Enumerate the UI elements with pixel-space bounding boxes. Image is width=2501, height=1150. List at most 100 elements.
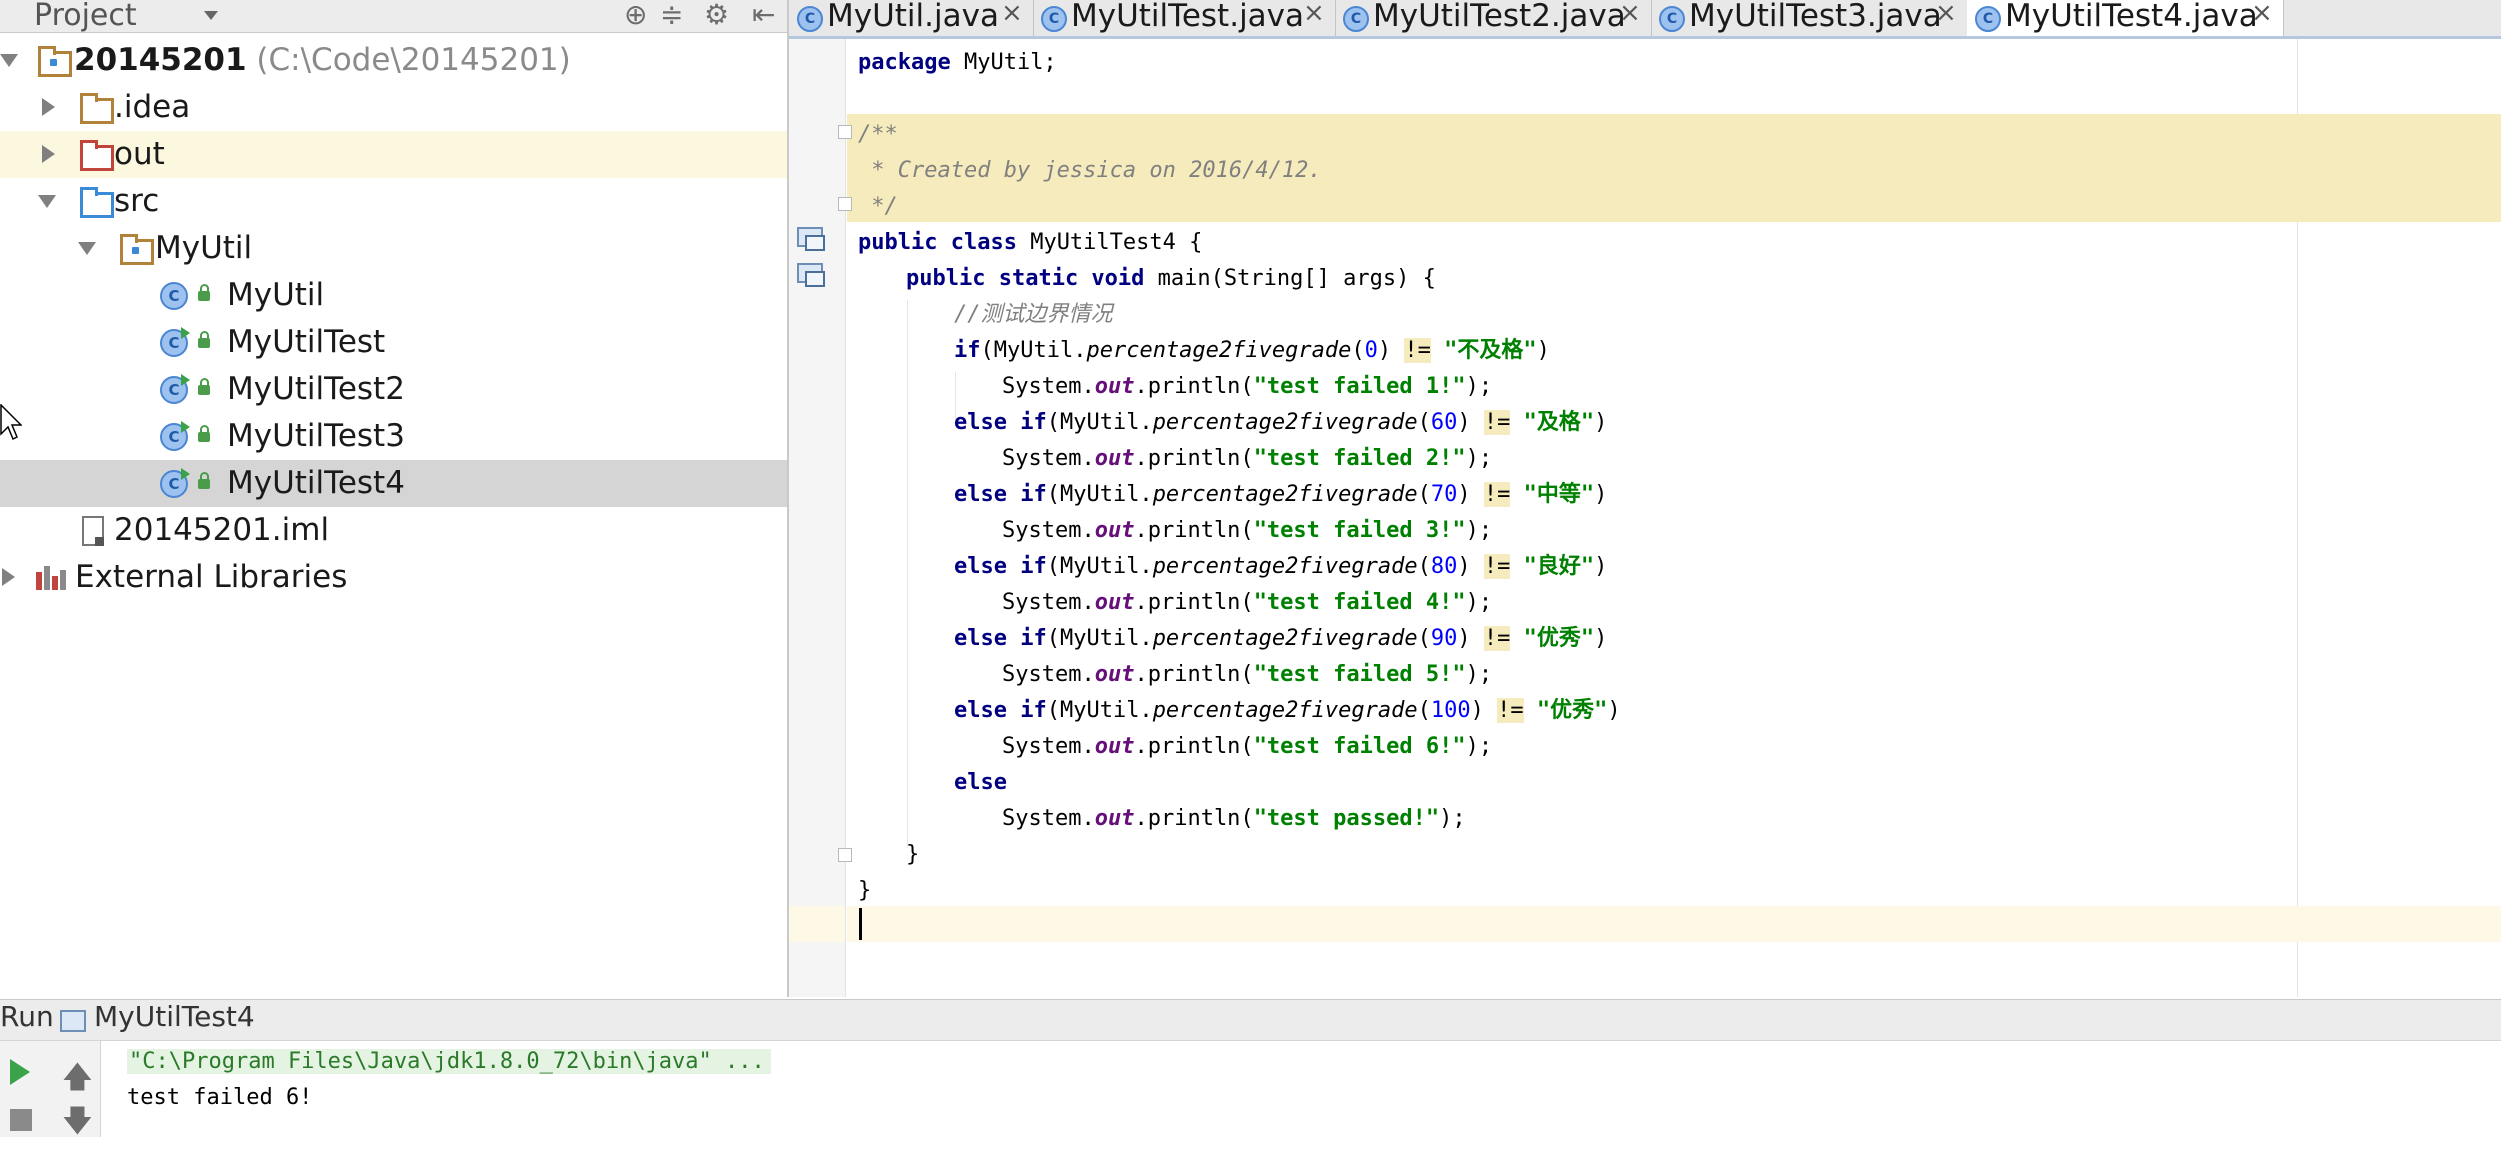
collapsed-arrow-icon[interactable] (42, 98, 55, 116)
tree-row-package[interactable]: MyUtil (0, 225, 787, 272)
hide-panel-icon[interactable]: ⇤ (752, 0, 775, 30)
fold-marker-icon[interactable] (838, 125, 852, 139)
run-panel-label[interactable]: Run (0, 1000, 54, 1033)
string-literal: "中等" (1523, 482, 1595, 507)
tree-row-external-libraries[interactable]: External Libraries (0, 554, 787, 601)
tree-row-class[interactable]: C MyUtil (0, 272, 787, 319)
string-literal: "test failed 2!" (1253, 446, 1466, 471)
folder-icon (80, 93, 114, 124)
operator: != (1483, 554, 1511, 579)
lock-icon (198, 378, 210, 395)
string-literal: "优秀" (1523, 626, 1595, 651)
test-class-icon: C (1041, 6, 1067, 32)
run-config-icon (60, 1010, 86, 1032)
collapsed-arrow-icon[interactable] (2, 568, 15, 586)
excluded-folder-icon (80, 140, 114, 171)
close-icon[interactable]: × (1303, 0, 1325, 28)
arrow-down-icon[interactable]: 🡇 (62, 1099, 93, 1150)
fold-marker-icon[interactable] (838, 197, 852, 211)
tab-myutiltest3[interactable]: C MyUtilTest3.java × (1651, 0, 1968, 36)
keyword: package (858, 50, 951, 75)
locate-icon[interactable]: ⊕ (624, 0, 647, 30)
code-comment-line: * Created by jessica on 2016/4/12. (858, 158, 1322, 183)
string-literal: "test failed 6!" (1253, 734, 1466, 759)
test-class-icon: C (160, 421, 190, 451)
library-icon (36, 566, 66, 590)
run-method-gutter-icon[interactable] (797, 263, 825, 287)
expand-arrow-icon[interactable] (38, 195, 56, 208)
tree-row-root[interactable]: 20145201 (C:\Code\20145201) (0, 37, 787, 84)
tree-row-class[interactable]: C MyUtilTest (0, 319, 787, 366)
string-literal: "test failed 3!" (1253, 518, 1466, 543)
tree-label-class: MyUtilTest2 (227, 371, 405, 407)
test-class-icon: C (1975, 6, 2001, 32)
close-icon[interactable]: × (2251, 0, 2273, 28)
console-output[interactable]: "C:\Program Files\Java\jdk1.8.0_72\bin\j… (101, 1041, 2501, 1137)
code-line: } (906, 842, 920, 867)
code-line: else if(MyUtil.percentage2fivegrade(90) … (954, 626, 1608, 651)
string-literal: "及格" (1523, 410, 1595, 435)
code-line: else (954, 765, 1007, 801)
tree-row-class[interactable]: C MyUtilTest3 (0, 413, 787, 460)
tree-row-src[interactable]: src (0, 178, 787, 225)
system-ref: System. (1002, 590, 1095, 615)
method-call: percentage2fivegrade (1152, 698, 1418, 723)
tab-label: MyUtil.java (827, 0, 999, 34)
code-comment-line: //测试边界情况 (954, 302, 1113, 327)
tree-label-class: MyUtilTest3 (227, 418, 405, 454)
expand-arrow-icon[interactable] (0, 54, 18, 67)
collapse-all-icon[interactable]: ≑ (660, 0, 683, 30)
expand-arrow-icon[interactable] (78, 242, 96, 255)
code-line: else if(MyUtil.percentage2fivegrade(70) … (954, 482, 1608, 507)
number-literal: 80 (1430, 554, 1458, 579)
tree-label-package: MyUtil (155, 230, 253, 266)
close-icon[interactable]: × (1619, 0, 1641, 28)
close-icon[interactable]: × (1001, 0, 1023, 28)
tree-row-iml[interactable]: 20145201.iml (0, 507, 787, 554)
project-view-selector[interactable]: Project (34, 0, 137, 33)
fold-marker-icon[interactable] (838, 848, 852, 862)
class-decl: MyUtilTest4 { (1016, 230, 1203, 255)
run-class-gutter-icon[interactable] (797, 227, 825, 251)
indent-guide (907, 300, 908, 848)
keyword: else (954, 770, 1007, 795)
system-ref: System. (1002, 446, 1095, 471)
tab-label: MyUtilTest2.java (1373, 0, 1626, 34)
number-literal: 0 (1364, 338, 1378, 363)
tree-label-iml: 20145201.iml (114, 512, 330, 548)
run-config-name[interactable]: MyUtilTest4 (94, 1000, 255, 1033)
stop-icon[interactable] (10, 1109, 32, 1131)
collapsed-arrow-icon[interactable] (42, 145, 55, 163)
number-literal: 70 (1430, 482, 1458, 507)
tab-myutiltest2[interactable]: C MyUtilTest2.java × (1335, 0, 1652, 36)
tree-row-class[interactable]: C MyUtilTest2 (0, 366, 787, 413)
string-literal: "test failed 5!" (1253, 662, 1466, 687)
tree-row-out[interactable]: out (0, 131, 787, 178)
tab-myutiltest4[interactable]: C MyUtilTest4.java × (1967, 0, 2284, 36)
tab-myutil[interactable]: C MyUtil.java × (789, 0, 1034, 36)
chevron-down-icon[interactable] (204, 11, 218, 20)
tab-label: MyUtilTest.java (1071, 0, 1305, 34)
keyword: public class (858, 230, 1017, 255)
test-class-icon: C (1343, 6, 1369, 32)
code-line: System.out.println("test failed 6!"); (1002, 734, 1493, 759)
tree-row-idea[interactable]: .idea (0, 84, 787, 131)
field-ref: out (1094, 590, 1135, 615)
string-literal: "test failed 4!" (1253, 590, 1466, 615)
tree-row-class-selected[interactable]: C MyUtilTest4 (0, 460, 787, 507)
code-line: System.out.println("test failed 1!"); (1002, 374, 1493, 399)
close-icon[interactable]: × (1935, 0, 1957, 28)
code-line: if(MyUtil.percentage2fivegrade(0) != "不及… (954, 338, 1550, 363)
system-ref: System. (1002, 662, 1095, 687)
code-line: } (858, 878, 872, 903)
gear-icon[interactable]: ⚙ (704, 0, 729, 30)
field-ref: out (1094, 662, 1135, 687)
operator: != (1404, 338, 1431, 363)
code-line: else if(MyUtil.percentage2fivegrade(60) … (954, 410, 1608, 435)
rerun-icon[interactable] (10, 1059, 30, 1085)
method-decl: main(String[] args) { (1144, 266, 1436, 291)
console-output-line: test failed 6! (127, 1085, 313, 1110)
class-ref: (MyUtil. (1046, 482, 1153, 507)
tab-label: MyUtilTest3.java (1689, 0, 1942, 34)
tab-myutiltest[interactable]: C MyUtilTest.java × (1033, 0, 1336, 36)
